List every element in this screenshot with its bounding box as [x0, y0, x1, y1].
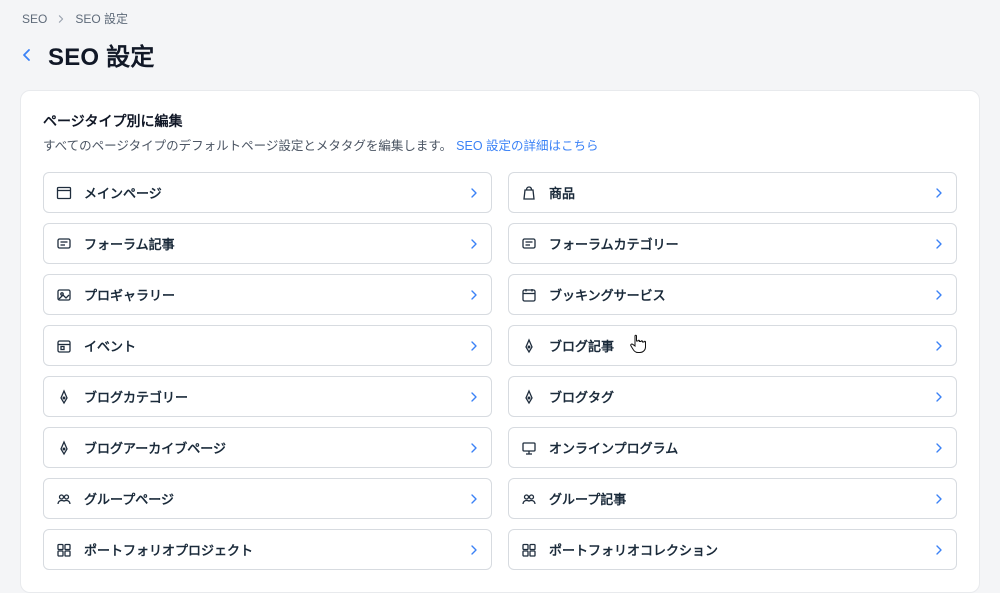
card-label: グループ記事: [549, 489, 922, 508]
pen-icon: [56, 389, 72, 405]
card-blog-post[interactable]: ブログ記事: [508, 325, 957, 366]
group-icon: [56, 491, 72, 507]
breadcrumb-current: SEO 設定: [75, 10, 128, 27]
card-blog-category[interactable]: ブログカテゴリー: [43, 376, 492, 417]
card-label: グループページ: [84, 489, 457, 508]
chevron-right-icon: [934, 392, 944, 402]
pen-icon: [56, 440, 72, 456]
breadcrumb-root[interactable]: SEO: [22, 12, 47, 26]
forum-category-icon: [521, 236, 537, 252]
card-product[interactable]: 商品: [508, 172, 957, 213]
card-group-page[interactable]: グループページ: [43, 478, 492, 519]
event-icon: [56, 338, 72, 354]
pen-icon: [521, 338, 537, 354]
card-label: ブログタグ: [549, 387, 922, 406]
panel-description: すべてのページタイプのデフォルトページ設定とメタタグを編集します。SEO 設定の…: [43, 135, 957, 154]
card-portfolio-collection[interactable]: ポートフォリオコレクション: [508, 529, 957, 570]
card-label: ブログ記事: [549, 336, 922, 355]
chevron-right-icon: [469, 545, 479, 555]
gallery-icon: [56, 287, 72, 303]
online-program-icon: [521, 440, 537, 456]
chevron-right-icon: [469, 341, 479, 351]
card-pro-gallery[interactable]: プロギャラリー: [43, 274, 492, 315]
chevron-right-icon: [469, 290, 479, 300]
chevron-right-icon: [934, 494, 944, 504]
card-label: イベント: [84, 336, 457, 355]
chevron-right-icon: [934, 443, 944, 453]
card-main-page[interactable]: メインページ: [43, 172, 492, 213]
page-title: SEO 設定: [48, 37, 155, 72]
card-blog-tag[interactable]: ブログタグ: [508, 376, 957, 417]
breadcrumb: SEO SEO 設定: [20, 10, 980, 35]
card-online-program[interactable]: オンラインプログラム: [508, 427, 957, 468]
card-label: ブログカテゴリー: [84, 387, 457, 406]
chevron-right-icon: [934, 290, 944, 300]
card-group-post[interactable]: グループ記事: [508, 478, 957, 519]
card-label: フォーラム記事: [84, 234, 457, 253]
card-booking-service[interactable]: ブッキングサービス: [508, 274, 957, 315]
portfolio-icon: [56, 542, 72, 558]
chevron-right-icon: [469, 494, 479, 504]
pen-icon: [521, 389, 537, 405]
back-button[interactable]: [20, 48, 34, 62]
chevron-right-icon: [469, 188, 479, 198]
portfolio-icon: [521, 542, 537, 558]
panel-title: ページタイプ別に編集: [43, 111, 957, 131]
chevron-right-icon: [469, 392, 479, 402]
card-label: オンラインプログラム: [549, 438, 922, 457]
chevron-right-icon: [57, 15, 65, 23]
card-label: ポートフォリオプロジェクト: [84, 540, 457, 559]
card-label: プロギャラリー: [84, 285, 457, 304]
chevron-right-icon: [934, 341, 944, 351]
card-label: 商品: [549, 183, 922, 202]
forum-post-icon: [56, 236, 72, 252]
card-label: ポートフォリオコレクション: [549, 540, 922, 559]
group-icon: [521, 491, 537, 507]
chevron-right-icon: [934, 545, 944, 555]
card-label: メインページ: [84, 183, 457, 202]
main-page-icon: [56, 185, 72, 201]
booking-icon: [521, 287, 537, 303]
learn-more-link[interactable]: SEO 設定の詳細はこちら: [456, 139, 598, 153]
card-forum-category[interactable]: フォーラムカテゴリー: [508, 223, 957, 264]
card-forum-post[interactable]: フォーラム記事: [43, 223, 492, 264]
card-blog-archive[interactable]: ブログアーカイブページ: [43, 427, 492, 468]
chevron-right-icon: [469, 443, 479, 453]
card-event[interactable]: イベント: [43, 325, 492, 366]
card-label: フォーラムカテゴリー: [549, 234, 922, 253]
chevron-right-icon: [934, 239, 944, 249]
page-types-panel: ページタイプ別に編集 すべてのページタイプのデフォルトページ設定とメタタグを編集…: [20, 90, 980, 593]
card-portfolio-project[interactable]: ポートフォリオプロジェクト: [43, 529, 492, 570]
card-label: ブログアーカイブページ: [84, 438, 457, 457]
chevron-right-icon: [469, 239, 479, 249]
chevron-right-icon: [934, 188, 944, 198]
product-icon: [521, 185, 537, 201]
card-label: ブッキングサービス: [549, 285, 922, 304]
